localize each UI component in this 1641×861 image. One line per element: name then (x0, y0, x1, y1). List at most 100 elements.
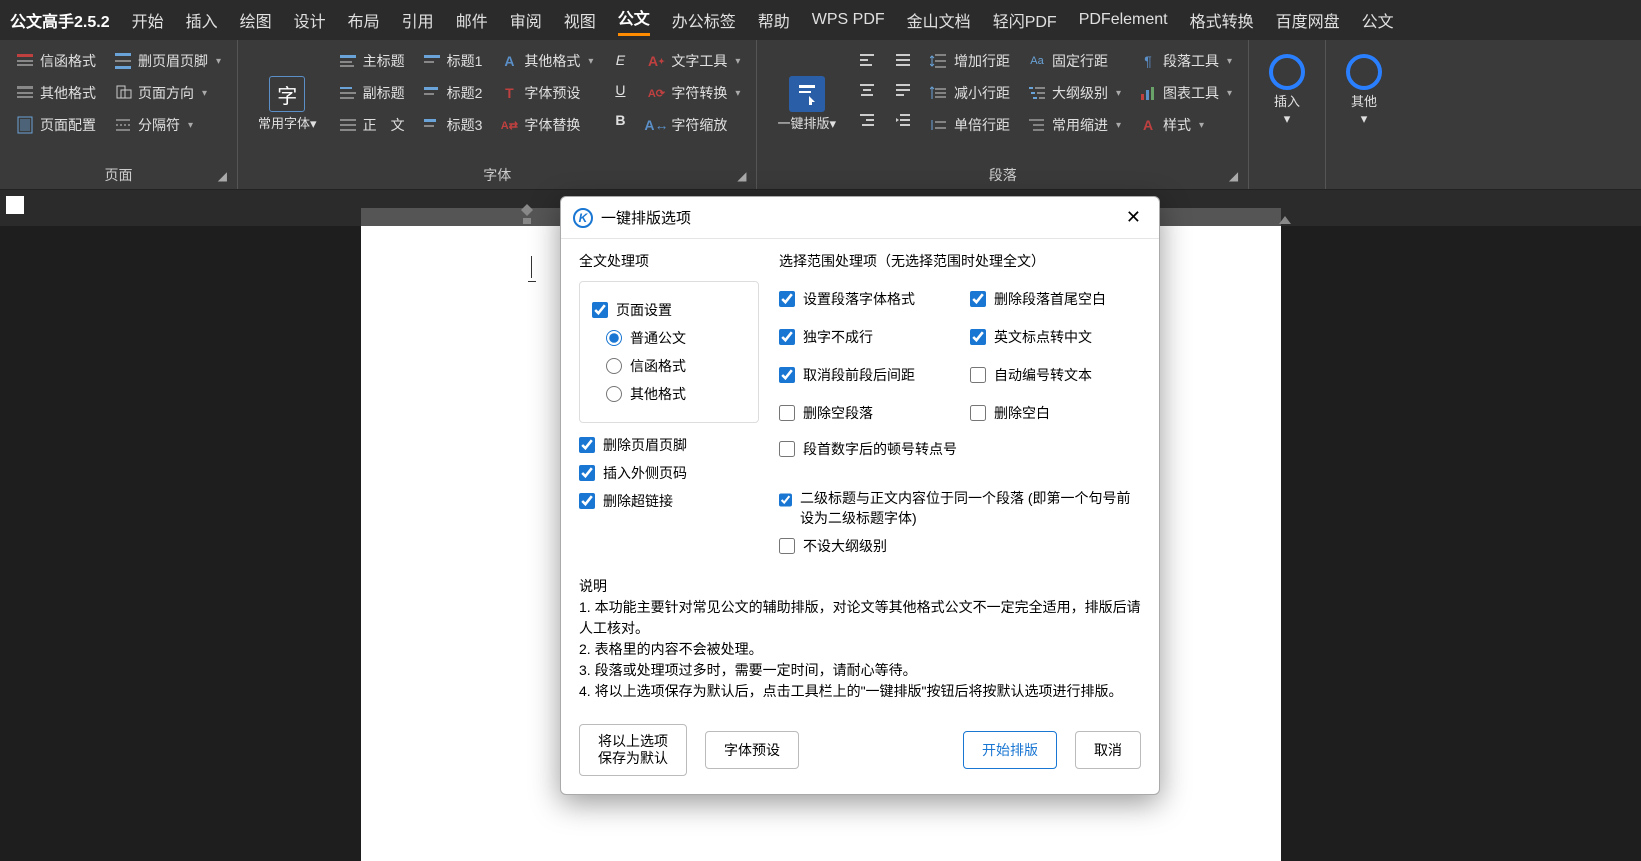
menu-view[interactable]: 视图 (564, 8, 596, 32)
main-title-button[interactable]: 主标题 (333, 48, 411, 74)
menu-lightpdf[interactable]: 轻闪PDF (993, 8, 1057, 32)
ring-icon (1346, 54, 1382, 90)
char-convert-button[interactable]: A⟳字符转换▾ (641, 80, 746, 106)
align-left-button[interactable] (852, 48, 882, 72)
indent-marker-icon[interactable] (521, 204, 533, 226)
page-direction-button[interactable]: 页面方向 ▾ (108, 80, 227, 106)
save-default-button[interactable]: 将以上选项保存为默认 (579, 724, 687, 776)
one-click-format-button[interactable]: 一键排版▾ (767, 48, 846, 161)
menu-start[interactable]: 开始 (132, 8, 164, 32)
insert-label: 插入▾ (1274, 94, 1300, 128)
font-preset-button-dlg[interactable]: 字体预设 (705, 731, 799, 769)
text-tool-icon: A✦ (647, 52, 665, 70)
single-char-checkbox[interactable]: 独字不成行 (779, 327, 950, 347)
underline-icon: U (611, 81, 629, 99)
separator-label: 分隔符 (138, 115, 180, 135)
menu-gongwen2[interactable]: 公文 (1362, 8, 1394, 32)
align-center-button[interactable] (852, 78, 882, 102)
heading1-button[interactable]: 标题1 (417, 48, 489, 74)
launcher-icon[interactable]: ◢ (737, 169, 746, 183)
menu-mail[interactable]: 邮件 (456, 8, 488, 32)
no-outline-checkbox[interactable]: 不设大纲级别 (779, 536, 1141, 556)
heading3-button[interactable]: 标题3 (417, 112, 489, 138)
right-indent-marker-icon[interactable] (1279, 216, 1291, 226)
fixed-spacing-icon: Aa (1028, 52, 1046, 70)
del-space-checkbox[interactable]: 删除空白 (970, 403, 1141, 423)
menu-pdfelement[interactable]: PDFelement (1079, 11, 1168, 29)
launcher-icon[interactable]: ◢ (218, 169, 227, 183)
start-format-button[interactable]: 开始排版 (963, 731, 1057, 769)
bold-button[interactable]: B (605, 108, 635, 132)
del-link-checkbox[interactable]: 删除超链接 (579, 491, 759, 511)
radio-normal[interactable]: 普通公文 (592, 328, 746, 348)
separator-button[interactable]: 分隔符 ▾ (108, 112, 227, 138)
radio-other[interactable]: 其他格式 (592, 384, 746, 404)
align-distribute-button[interactable] (888, 78, 918, 102)
outline-level-button[interactable]: 大纲级别▾ (1022, 80, 1127, 106)
one-click-label: 一键排版▾ (777, 116, 836, 133)
page-config-button[interactable]: 页面配置 (10, 112, 102, 138)
cancel-spacing-checkbox[interactable]: 取消段前段后间距 (779, 365, 950, 385)
menu-draw[interactable]: 绘图 (240, 8, 272, 32)
align-justify-button[interactable] (888, 48, 918, 72)
common-font-button[interactable]: 字 常用字体▾ (248, 48, 327, 161)
common-indent-button[interactable]: 常用缩进▾ (1022, 112, 1127, 138)
para-tool-button[interactable]: ¶段落工具▾ (1133, 48, 1238, 74)
char-zoom-button[interactable]: A↔字符缩放 (641, 112, 746, 138)
other-button[interactable]: 其他▾ (1336, 48, 1392, 134)
merge-title-checkbox[interactable]: 二级标题与正文内容位于同一个段落 (即第一个句号前设为二级标题字体) (779, 489, 1141, 528)
cancel-button[interactable]: 取消 (1075, 731, 1141, 769)
heading2-button[interactable]: 标题2 (417, 80, 489, 106)
insert-button[interactable]: 插入▾ (1259, 48, 1315, 134)
subtitle-label: 副标题 (363, 83, 405, 103)
other-format-button[interactable]: 其他格式 (10, 80, 102, 106)
main-title-label: 主标题 (363, 51, 405, 71)
menu-reference[interactable]: 引用 (402, 8, 434, 32)
menu-baidu[interactable]: 百度网盘 (1276, 8, 1340, 32)
launcher-icon[interactable]: ◢ (1229, 169, 1238, 183)
italic-button[interactable]: E (605, 48, 635, 72)
inc-spacing-button[interactable]: 增加行距 (924, 48, 1016, 74)
del-empty-para-checkbox[interactable]: 删除空段落 (779, 403, 950, 423)
menu-gongwen[interactable]: 公文 (618, 5, 650, 36)
insert-pageno-checkbox[interactable]: 插入外侧页码 (579, 463, 759, 483)
align-right-button[interactable] (852, 108, 882, 132)
set-para-font-checkbox[interactable]: 设置段落字体格式 (779, 289, 950, 309)
auto-num-checkbox[interactable]: 自动编号转文本 (970, 365, 1141, 385)
dec-spacing-button[interactable]: 减小行距 (924, 80, 1016, 106)
menu-wpspdf[interactable]: WPS PDF (812, 11, 885, 29)
letter-format-button[interactable]: 信函格式 (10, 48, 102, 74)
menu-kingsoft[interactable]: 金山文档 (907, 8, 971, 32)
font-preset-button[interactable]: T字体预设 (494, 80, 599, 106)
subtitle-button[interactable]: 副标题 (333, 80, 411, 106)
del-header-footer-button[interactable]: 删页眉页脚 ▾ (108, 48, 227, 74)
pause-to-dot-checkbox[interactable]: 段首数字后的顿号转点号 (779, 439, 1141, 459)
del-leading-checkbox[interactable]: 删除段落首尾空白 (970, 289, 1141, 309)
text-tool-button[interactable]: A✦文字工具▾ (641, 48, 746, 74)
chart-tool-button[interactable]: 图表工具▾ (1133, 80, 1238, 106)
fixed-spacing-label: 固定行距 (1052, 51, 1108, 71)
menu-format-convert[interactable]: 格式转换 (1190, 8, 1254, 32)
del-header-checkbox[interactable]: 删除页眉页脚 (579, 435, 759, 455)
en-punct-checkbox[interactable]: 英文标点转中文 (970, 327, 1141, 347)
radio-letter[interactable]: 信函格式 (592, 356, 746, 376)
menu-office-tag[interactable]: 办公标签 (672, 8, 736, 32)
body-text-button[interactable]: 正 文 (333, 112, 411, 138)
single-spacing-button[interactable]: 单倍行距 (924, 112, 1016, 138)
underline-button[interactable]: U (605, 78, 635, 102)
chart-tool-icon (1139, 84, 1157, 102)
style-button[interactable]: A样式▾ (1133, 112, 1238, 138)
style-icon: A (1139, 116, 1157, 134)
page-setting-checkbox[interactable]: 页面设置 (592, 300, 746, 320)
fixed-spacing-button[interactable]: Aa 固定行距 (1022, 48, 1127, 74)
indent-button[interactable] (888, 108, 918, 132)
font-replace-button[interactable]: A⇄字体替换 (494, 112, 599, 138)
close-button[interactable]: ✕ (1120, 205, 1147, 230)
menu-insert[interactable]: 插入 (186, 8, 218, 32)
caret-icon: ▾ (188, 120, 193, 131)
menu-design[interactable]: 设计 (294, 8, 326, 32)
menu-review[interactable]: 审阅 (510, 8, 542, 32)
menu-layout[interactable]: 布局 (348, 8, 380, 32)
other-font-format-button[interactable]: A其他格式▾ (494, 48, 599, 74)
menu-help[interactable]: 帮助 (758, 8, 790, 32)
